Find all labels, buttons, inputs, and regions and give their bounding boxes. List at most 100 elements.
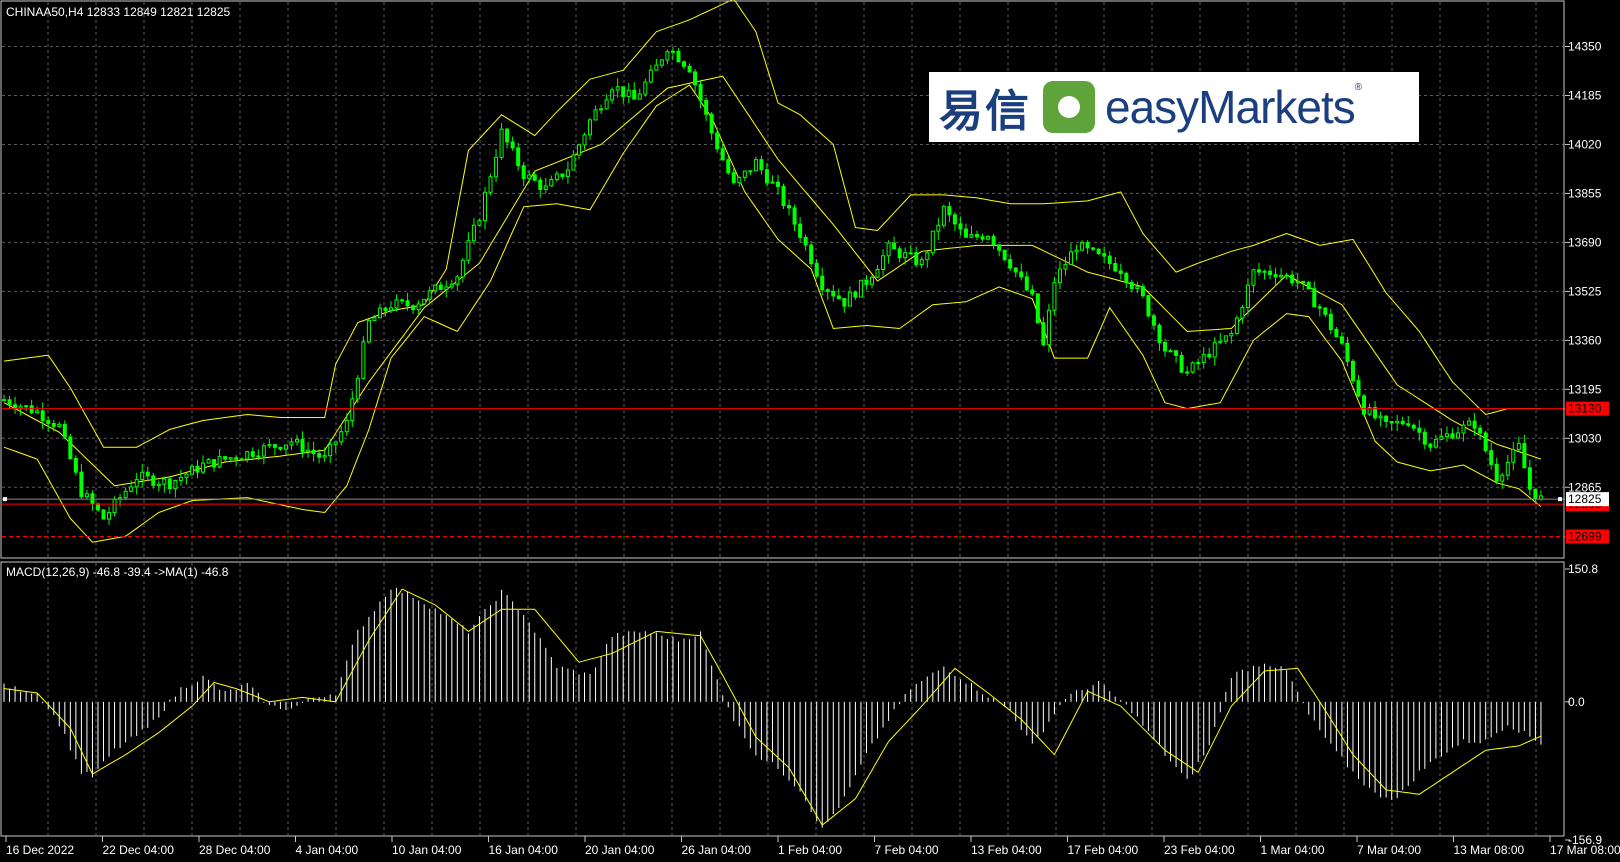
candle-body xyxy=(195,465,200,473)
candle-body xyxy=(1030,289,1035,295)
candle-body xyxy=(1312,288,1317,308)
candle-body xyxy=(35,410,40,414)
candle-body xyxy=(1251,269,1256,286)
x-tick-label: 22 Dec 04:00 xyxy=(103,843,175,857)
candle-body xyxy=(433,284,438,292)
candle-body xyxy=(1505,461,1510,476)
candle-body xyxy=(416,303,421,311)
candle-body xyxy=(1151,315,1156,326)
candle-body xyxy=(554,173,559,180)
candle-body xyxy=(610,89,615,101)
candle-body xyxy=(914,252,919,266)
candle-body xyxy=(516,147,521,167)
candle-body xyxy=(1212,342,1217,358)
x-tick-label: 16 Jan 04:00 xyxy=(489,843,559,857)
candle-body xyxy=(698,84,703,101)
candle-body xyxy=(1467,420,1472,426)
candle-body xyxy=(140,471,145,481)
macd-panel-frame xyxy=(0,561,1565,837)
candle-body xyxy=(1013,267,1018,273)
candle-body xyxy=(1223,335,1228,342)
candle-body xyxy=(1091,247,1096,250)
candle-body xyxy=(659,59,664,66)
candle-body xyxy=(1157,324,1162,344)
candle-body xyxy=(881,255,886,270)
candle-body xyxy=(245,451,250,460)
candle-body xyxy=(333,441,338,445)
candle-body xyxy=(1284,274,1289,277)
candle-body xyxy=(1129,281,1134,289)
candle-body xyxy=(1057,268,1062,284)
candle-body xyxy=(344,419,349,433)
candle-body xyxy=(350,398,355,421)
candle-body xyxy=(95,503,100,511)
candle-body xyxy=(339,431,344,443)
candle-body xyxy=(317,453,322,458)
candle-body xyxy=(1174,350,1179,357)
macd-y-tick-label: 150.8 xyxy=(1568,562,1598,576)
candle-body xyxy=(980,236,985,240)
candle-body xyxy=(223,456,228,460)
candle-body xyxy=(936,224,941,232)
candle-body xyxy=(1273,274,1278,278)
candle-body xyxy=(1080,242,1085,251)
candle-body xyxy=(134,479,139,488)
y-tick-label: 12865 xyxy=(1568,480,1602,494)
candle-body xyxy=(1411,424,1416,429)
candle-body xyxy=(1478,427,1483,434)
candle-body xyxy=(930,230,935,254)
candle-body xyxy=(1107,255,1112,265)
candle-body xyxy=(510,141,515,149)
candle-body xyxy=(836,295,841,300)
candle-body xyxy=(1511,448,1516,463)
candle-body xyxy=(676,50,681,63)
candle-body xyxy=(261,445,266,457)
candle-body xyxy=(228,457,233,460)
y-tick-label: 13690 xyxy=(1568,235,1602,249)
candle-body xyxy=(947,206,952,216)
candle-body xyxy=(1538,495,1543,500)
x-tick-label: 7 Feb 04:00 xyxy=(875,843,939,857)
candle-body xyxy=(886,242,891,257)
candle-body xyxy=(1444,433,1449,438)
candle-body xyxy=(1063,263,1068,270)
candle-body xyxy=(1339,336,1344,344)
candle-body xyxy=(1334,328,1339,338)
candle-body xyxy=(825,289,830,292)
candle-body xyxy=(621,86,626,97)
candle-body xyxy=(234,457,239,460)
candle-body xyxy=(62,423,67,438)
macd-y-tick-label: 0.0 xyxy=(1568,695,1585,709)
candle-body xyxy=(68,436,73,460)
candle-body xyxy=(1533,488,1538,500)
candle-body xyxy=(682,61,687,67)
upper-band-line xyxy=(3,0,1541,448)
candle-body xyxy=(1450,433,1455,439)
candle-body xyxy=(582,134,587,146)
candle-body xyxy=(256,455,261,458)
chart-header: CHINAA50,H4 12833 12849 12821 12825 xyxy=(6,5,231,19)
candle-body xyxy=(377,307,382,319)
candle-body xyxy=(212,459,217,468)
candle-body xyxy=(1384,415,1389,422)
candle-body xyxy=(129,486,134,492)
candle-body xyxy=(864,279,869,285)
candle-body xyxy=(1317,306,1322,309)
candle-body xyxy=(919,259,924,266)
candle-body xyxy=(51,422,56,427)
candle-body xyxy=(875,268,880,278)
candle-body xyxy=(1356,380,1361,397)
candle-body xyxy=(422,298,427,305)
candle-body xyxy=(737,176,742,184)
candle-body xyxy=(615,86,620,91)
candle-body xyxy=(798,223,803,238)
candle-body xyxy=(1135,286,1140,289)
candle-body xyxy=(1035,293,1040,324)
candle-body xyxy=(1362,395,1367,415)
candle-body xyxy=(997,244,1002,251)
candle-body xyxy=(1461,424,1466,434)
candle-body xyxy=(1522,443,1527,469)
candle-body xyxy=(748,170,753,173)
candle-body xyxy=(73,458,78,473)
candle-body xyxy=(156,483,161,486)
